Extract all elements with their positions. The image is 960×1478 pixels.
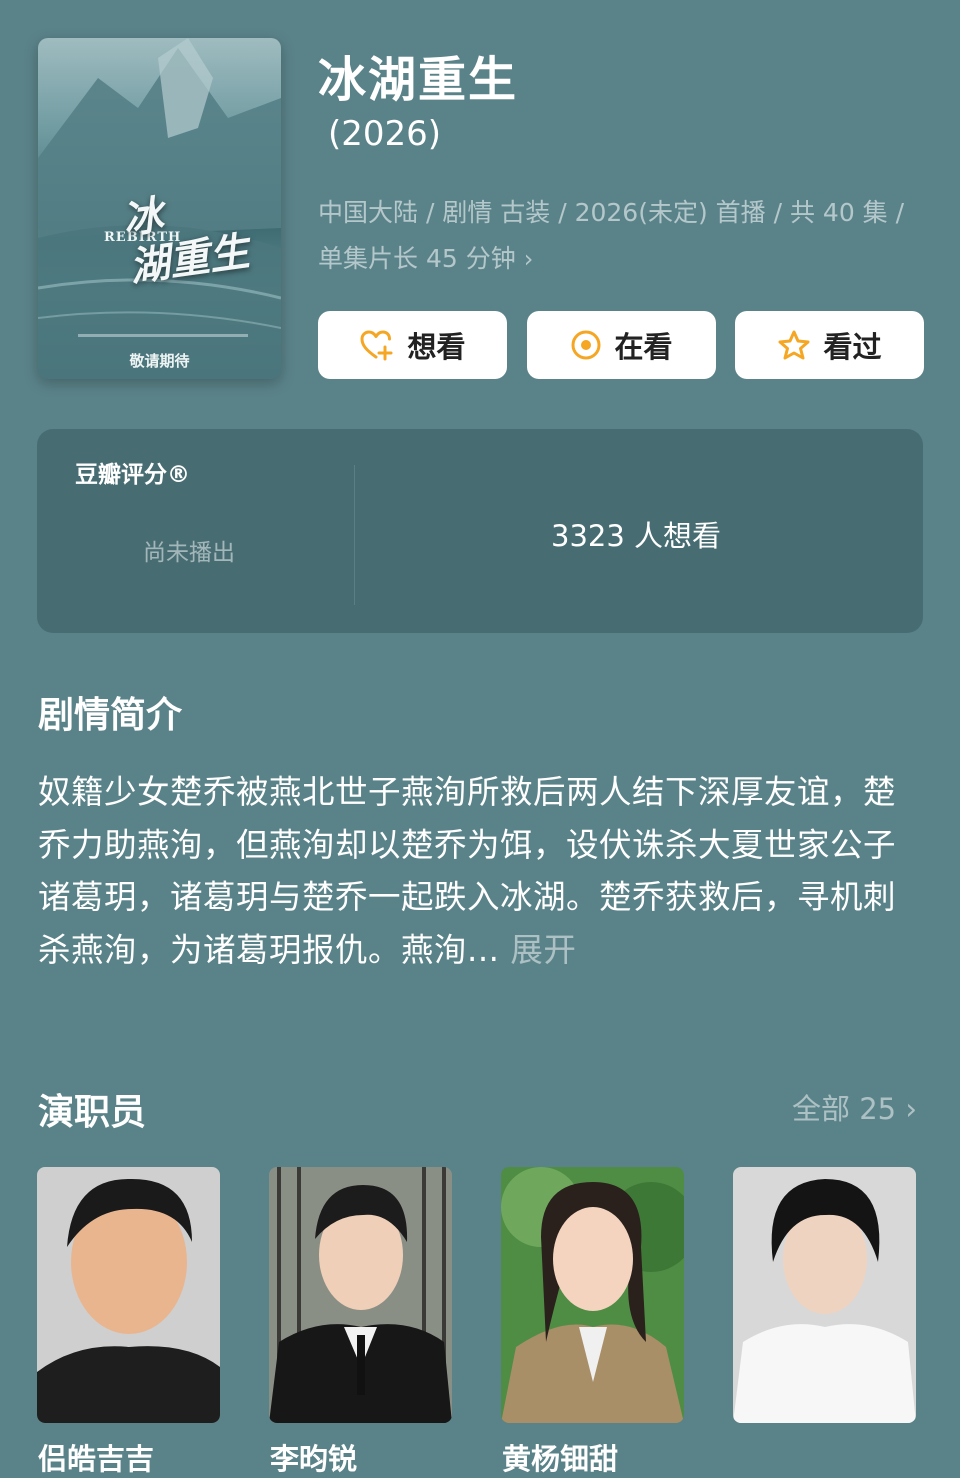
expand-link[interactable]: 展开	[510, 931, 576, 969]
want-count: 3323 人想看	[551, 519, 722, 553]
watched-button[interactable]: 看过	[735, 311, 924, 379]
synopsis-title: 剧情简介	[38, 695, 183, 736]
cast-name-3[interactable]: 黄杨钿甜	[502, 1436, 618, 1478]
rating-divider	[354, 465, 355, 605]
release-year: (2026)	[328, 114, 442, 154]
want-to-watch-button[interactable]: 想看	[318, 311, 507, 379]
cast-photo-1[interactable]	[37, 1167, 220, 1423]
synopsis-text[interactable]: 奴籍少女楚乔被燕北世子燕洵所救后两人结下深厚友谊，楚乔力助燕洵，但燕洵却以楚乔为…	[38, 766, 918, 976]
heart-plus-icon	[360, 330, 393, 361]
cast-all-link[interactable]: 全部 25 ›	[792, 1086, 917, 1128]
cast-photo-2[interactable]	[269, 1167, 452, 1423]
cast-portrait-1	[37, 1167, 220, 1423]
cast-photo-3[interactable]	[501, 1167, 684, 1423]
watching-label: 在看	[614, 330, 673, 364]
douban-rating-label: 豆瓣评分®	[75, 462, 190, 488]
star-icon	[778, 330, 810, 360]
chevron-right-icon: ›	[905, 1092, 917, 1126]
cast-portrait-2	[269, 1167, 452, 1423]
rating-card[interactable]: 豆瓣评分® 尚未播出 3323 人想看	[37, 429, 923, 633]
want-to-watch-label: 想看	[407, 330, 466, 364]
cast-name-2[interactable]: 李昀锐	[270, 1436, 357, 1478]
cast-name-1[interactable]: 侣皓吉吉	[38, 1436, 154, 1478]
cast-portrait-3	[501, 1167, 684, 1423]
poster-tagline: 敬请期待	[129, 352, 190, 370]
meta-line-2: 单集片长 45 分钟 ›	[318, 236, 928, 282]
chevron-right-icon: ›	[523, 245, 534, 273]
synopsis-body: 奴籍少女楚乔被燕北世子燕洵所救后两人结下深厚友谊，楚乔力助燕洵，但燕洵却以楚乔为…	[38, 773, 897, 969]
show-meta[interactable]: 中国大陆 / 剧情 古装 / 2026(未定) 首播 / 共 40 集 / 单集…	[318, 190, 928, 282]
cast-portrait-4	[733, 1167, 916, 1423]
cast-all-label: 全部 25	[792, 1092, 897, 1126]
poster-image[interactable]: REBIRTH 冰 湖重生 敬请期待	[38, 38, 281, 379]
rating-status: 尚未播出	[143, 540, 235, 566]
meta-line-1: 中国大陆 / 剧情 古装 / 2026(未定) 首播 / 共 40 集 /	[318, 198, 905, 227]
meta-line-2-text: 单集片长 45 分钟	[318, 244, 516, 273]
cast-title: 演职员	[38, 1092, 147, 1133]
cast-photo-4[interactable]	[733, 1167, 916, 1423]
page-title: 冰湖重生	[318, 52, 519, 108]
target-circle-icon	[571, 330, 601, 360]
watching-button[interactable]: 在看	[527, 311, 716, 379]
poster-title-text: 冰 湖重生	[119, 191, 252, 291]
watched-label: 看过	[823, 330, 882, 364]
